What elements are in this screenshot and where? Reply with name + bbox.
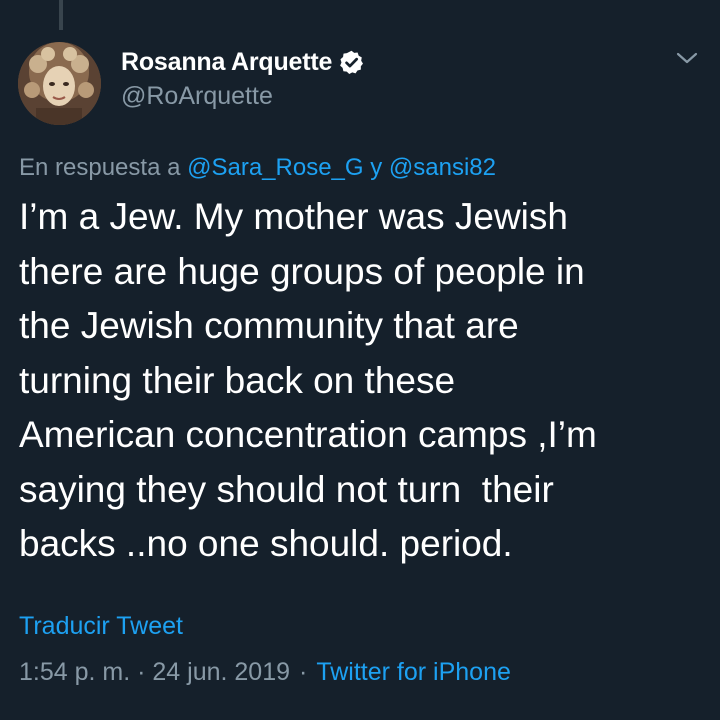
- reply-mention-link[interactable]: @sansi82: [389, 154, 496, 181]
- verified-badge-icon: [338, 49, 365, 76]
- tweet-source-link[interactable]: Twitter for iPhone: [316, 658, 511, 686]
- translate-tweet-link[interactable]: Traducir Tweet: [19, 612, 183, 641]
- tweet-timestamp[interactable]: 1:54 p. m. · 24 jun. 2019: [19, 658, 290, 686]
- avatar-image: [18, 42, 101, 125]
- tweet-text: I’m a Jew. My mother was Jewish there ar…: [19, 196, 597, 564]
- reply-prefix: En respuesta a: [19, 154, 181, 181]
- reply-mention-link[interactable]: @Sara_Rose_G: [187, 154, 363, 181]
- metadata-separator: ·: [299, 658, 308, 686]
- chevron-down-icon[interactable]: [674, 48, 700, 68]
- reply-context: En respuesta a @Sara_Rose_G y @sansi82: [19, 154, 496, 182]
- author-handle[interactable]: @RoArquette: [121, 82, 273, 111]
- thread-connector-line: [59, 0, 63, 30]
- avatar[interactable]: [18, 42, 101, 125]
- author-display-name[interactable]: Rosanna Arquette: [121, 48, 332, 77]
- author-name-row: Rosanna Arquette: [121, 46, 365, 78]
- reply-joiner: y: [370, 154, 383, 181]
- tweet-metadata: 1:54 p. m. · 24 jun. 2019 · Twitter for iP…: [19, 658, 511, 687]
